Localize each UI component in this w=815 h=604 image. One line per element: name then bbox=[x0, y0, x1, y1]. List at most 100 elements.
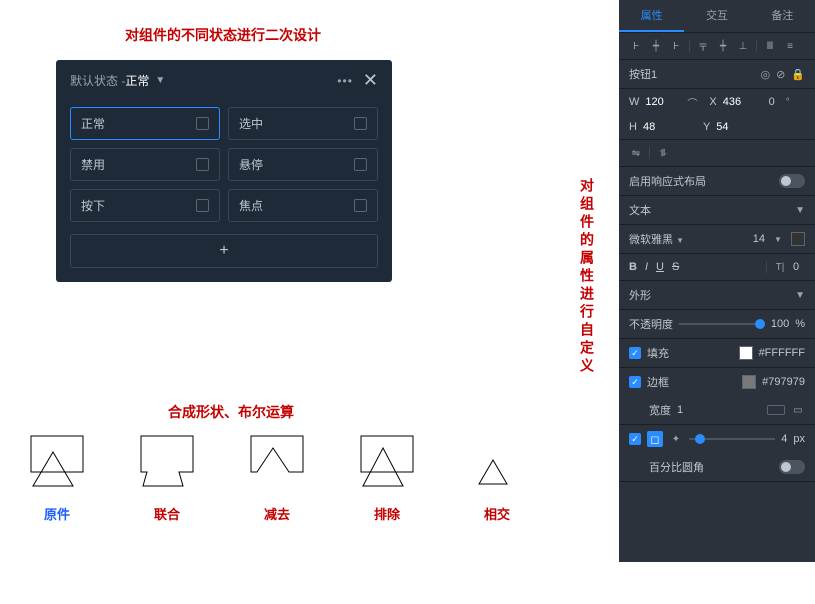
close-icon[interactable]: ✕ bbox=[363, 70, 378, 91]
opacity-label: 不透明度 bbox=[629, 316, 673, 332]
shape-union: 联合 bbox=[130, 434, 204, 523]
align-top-icon[interactable]: 〒 bbox=[696, 39, 710, 53]
distribute-h-icon[interactable]: Ⅲ bbox=[763, 39, 777, 53]
tab-properties[interactable]: 属性 bbox=[619, 0, 684, 32]
state-label: 焦点 bbox=[239, 197, 263, 214]
states-title-value: 正常 bbox=[125, 72, 149, 89]
radius-value[interactable]: 4 bbox=[781, 433, 787, 445]
tab-interaction[interactable]: 交互 bbox=[684, 0, 749, 32]
stroke-label: 边框 bbox=[647, 374, 669, 390]
deg-icon: ° bbox=[781, 95, 795, 109]
state-focus[interactable]: 焦点 bbox=[228, 189, 378, 222]
font-color-swatch[interactable] bbox=[791, 232, 805, 246]
checkbox-icon[interactable] bbox=[354, 158, 367, 171]
state-hover[interactable]: 悬停 bbox=[228, 148, 378, 181]
states-title-prefix: 默认状态 - bbox=[70, 72, 125, 89]
distribute-v-icon[interactable]: ≡ bbox=[783, 39, 797, 53]
w-input[interactable]: 120 bbox=[645, 96, 675, 108]
text-align-icon[interactable]: T| bbox=[773, 260, 787, 274]
state-disabled[interactable]: 禁用 bbox=[70, 148, 220, 181]
stroke-swatch[interactable] bbox=[742, 375, 756, 389]
more-icon[interactable]: ••• bbox=[337, 74, 353, 88]
fill-label: 填充 bbox=[647, 345, 669, 361]
stroke-pos-icon[interactable]: ▭ bbox=[791, 403, 805, 417]
shape-section-header[interactable]: 外形 ▼ bbox=[619, 281, 815, 310]
italic-button[interactable]: I bbox=[645, 261, 648, 273]
align-left-icon[interactable]: Ⱶ bbox=[629, 39, 643, 53]
x-input[interactable]: 436 bbox=[723, 96, 749, 108]
shape-label: 联合 bbox=[154, 504, 180, 523]
lock-icon[interactable]: 🔒 bbox=[791, 68, 805, 81]
checkbox-icon[interactable] bbox=[354, 199, 367, 212]
checkbox-icon[interactable] bbox=[196, 117, 209, 130]
inspector-panel: 属性 交互 备注 Ⱶ ┿ Ⱶ 〒 ┿ ⊥ Ⅲ ≡ 按钮1 ◎ ⊘ 🔒 W 120… bbox=[619, 0, 815, 562]
link-icon[interactable]: ⌒ bbox=[685, 95, 699, 109]
tab-notes[interactable]: 备注 bbox=[750, 0, 815, 32]
divider bbox=[756, 40, 757, 52]
x-label: X bbox=[709, 96, 716, 108]
checkbox-icon[interactable] bbox=[196, 158, 209, 171]
stroke-value[interactable]: #797979 bbox=[762, 376, 805, 388]
opacity-row: 不透明度 100 % bbox=[619, 310, 815, 339]
opacity-slider[interactable] bbox=[679, 323, 765, 325]
font-size-input[interactable]: 14 bbox=[753, 233, 765, 245]
state-label: 正常 bbox=[81, 115, 105, 132]
checkbox-icon[interactable] bbox=[196, 199, 209, 212]
state-normal[interactable]: 正常 bbox=[70, 107, 220, 140]
bold-button[interactable]: B bbox=[629, 261, 637, 273]
state-label: 选中 bbox=[239, 115, 263, 132]
fill-swatch[interactable] bbox=[739, 346, 753, 360]
add-state-button[interactable]: + bbox=[70, 234, 378, 268]
annotation-shape: 合成形状、布尔运算 bbox=[168, 402, 294, 422]
w-label: W bbox=[629, 96, 639, 108]
align-center-icon[interactable]: ┿ bbox=[649, 39, 663, 53]
fill-value[interactable]: #FFFFFF bbox=[759, 347, 805, 359]
section-label: 外形 bbox=[629, 287, 651, 303]
strike-button[interactable]: S bbox=[672, 261, 679, 273]
radius-slider[interactable] bbox=[689, 438, 775, 440]
state-pressed[interactable]: 按下 bbox=[70, 189, 220, 222]
y-input[interactable]: 54 bbox=[716, 121, 742, 133]
no-icon[interactable]: ⊘ bbox=[776, 68, 785, 81]
stroke-width-input[interactable]: 1 bbox=[677, 404, 683, 416]
padding-input[interactable]: 0 bbox=[793, 261, 805, 273]
target-icon[interactable]: ◎ bbox=[760, 68, 770, 81]
h-input[interactable]: 48 bbox=[643, 121, 673, 133]
radius-mode-all-icon[interactable]: ◻ bbox=[647, 431, 663, 447]
element-name[interactable]: 按钮1 bbox=[629, 66, 754, 82]
align-right-icon[interactable]: Ⱶ bbox=[669, 39, 683, 53]
text-section-header[interactable]: 文本 ▼ bbox=[619, 196, 815, 225]
opacity-value[interactable]: 100 bbox=[771, 318, 789, 330]
underline-button[interactable]: U bbox=[656, 261, 664, 273]
radius-pct-toggle[interactable] bbox=[779, 460, 805, 474]
stroke-style-icon[interactable] bbox=[767, 405, 785, 415]
align-bottom-icon[interactable]: ⊥ bbox=[736, 39, 750, 53]
responsive-toggle[interactable] bbox=[779, 174, 805, 188]
inspector-tabs: 属性 交互 备注 bbox=[619, 0, 815, 33]
fill-toggle[interactable]: ✓ bbox=[629, 347, 641, 359]
states-grid: 正常 选中 禁用 悬停 按下 焦点 bbox=[56, 99, 392, 230]
flip-v-icon[interactable]: ⥮ bbox=[656, 146, 670, 160]
r-input[interactable]: 0 bbox=[755, 96, 775, 108]
state-label: 禁用 bbox=[81, 156, 105, 173]
geom-row-1: W 120 ⌒ X 436 0 ° bbox=[619, 89, 815, 115]
radius-toggle[interactable]: ✓ bbox=[629, 433, 641, 445]
font-select[interactable]: 微软雅黑 ▼ bbox=[629, 231, 747, 247]
shape-label: 减去 bbox=[264, 504, 290, 523]
flip-h-icon[interactable]: ⇋ bbox=[629, 146, 643, 160]
state-selected[interactable]: 选中 bbox=[228, 107, 378, 140]
chevron-down-icon[interactable]: ▼ bbox=[771, 232, 785, 246]
divider bbox=[649, 147, 650, 159]
radius-mode-each-icon[interactable]: ✦ bbox=[669, 432, 683, 446]
align-middle-icon[interactable]: ┿ bbox=[716, 39, 730, 53]
stroke-toggle[interactable]: ✓ bbox=[629, 376, 641, 388]
chevron-down-icon: ▼ bbox=[795, 205, 805, 216]
shape-label: 原件 bbox=[44, 504, 70, 523]
checkbox-icon[interactable] bbox=[354, 117, 367, 130]
geom-row-2: H 48 Y 54 bbox=[619, 115, 815, 140]
shape-subtract: 减去 bbox=[240, 434, 314, 523]
divider bbox=[689, 40, 690, 52]
chevron-down-icon[interactable]: ▼ bbox=[155, 75, 165, 86]
radius-pct-label: 百分比圆角 bbox=[649, 459, 773, 475]
fill-row: ✓ 填充 #FFFFFF bbox=[619, 339, 815, 368]
